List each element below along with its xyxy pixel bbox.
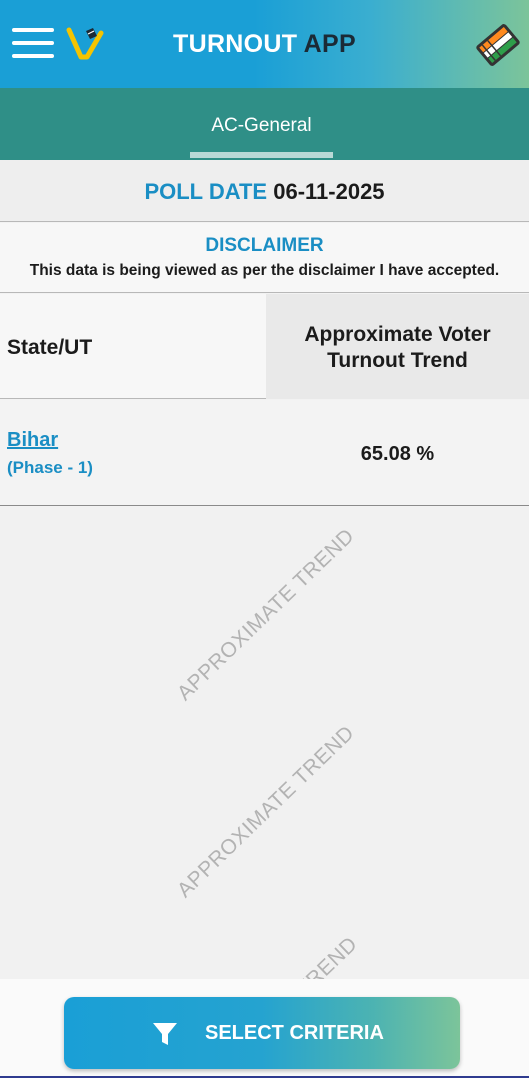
state-phase: (Phase - 1) [7, 458, 93, 477]
tab-ac-general[interactable]: AC-General [190, 88, 333, 160]
poll-date-row: POLL DATE 06-11-2025 [0, 160, 529, 222]
select-criteria-button[interactable]: SELECT CRITERIA [64, 997, 460, 1069]
select-criteria-label: SELECT CRITERIA [205, 1022, 384, 1044]
disclaimer-title: DISCLAIMER [205, 235, 324, 256]
table-row: Bihar (Phase - 1) 65.08 % [0, 400, 529, 506]
app-title-part2: APP [303, 30, 356, 58]
poll-date-value: 06-11-2025 [273, 179, 385, 204]
table-header: State/UT Approximate Voter Turnout Trend [0, 294, 529, 399]
header-state-ut: State/UT [7, 336, 93, 359]
active-tab-indicator [190, 152, 333, 158]
app-title: TURNOUT APP [0, 30, 529, 59]
filter-icon [153, 1023, 177, 1045]
disclaimer-text: This data is being viewed as per the dis… [29, 262, 500, 279]
disclaimer-section: DISCLAIMER This data is being viewed as … [0, 223, 529, 293]
bottom-bar: SELECT CRITERIA [0, 979, 529, 1078]
header-turnout-trend: Approximate Voter Turnout Trend [266, 294, 529, 399]
tab-bar: AC-General [0, 88, 529, 160]
turnout-value: 65.08 % [360, 443, 435, 465]
evm-machine-icon [476, 24, 520, 66]
header-turnout-line1: Approximate Voter [304, 323, 491, 346]
app-bar: TURNOUT APP [0, 0, 529, 88]
state-link-bihar[interactable]: Bihar [7, 429, 58, 452]
watermark-text: APPROXIMATE TREND [172, 721, 359, 903]
watermark-text-partial: TREND [292, 932, 362, 979]
watermark-area: APPROXIMATE TREND APPROXIMATE TREND TREN… [0, 507, 529, 979]
app-title-part1: TURNOUT [173, 30, 298, 58]
watermark-text: APPROXIMATE TREND [172, 524, 359, 706]
header-turnout-line2: Turnout Trend [327, 349, 468, 372]
poll-date-label: POLL DATE [144, 179, 268, 204]
